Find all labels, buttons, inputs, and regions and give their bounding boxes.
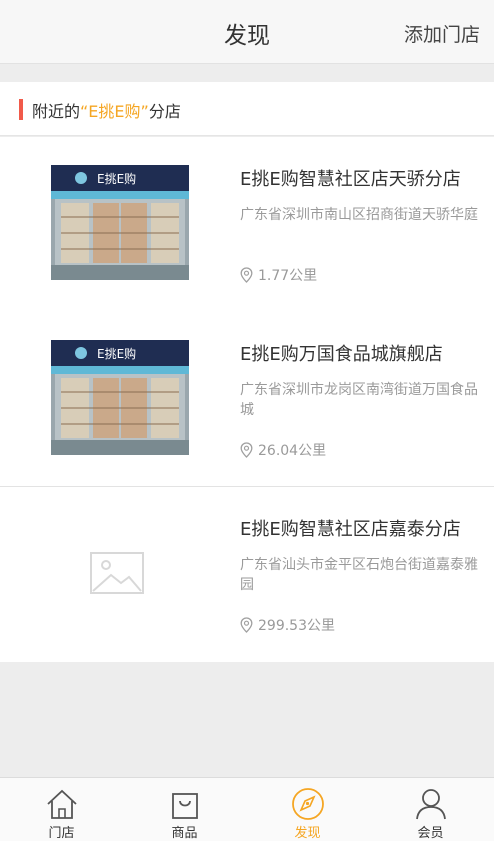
store-address: 广东省深圳市南山区招商街道天骄华庭: [240, 207, 478, 223]
store-distance-value: 1.77公里: [258, 268, 318, 284]
store-name: E挑E购万国食品城旗舰店: [240, 344, 443, 365]
store-name: E挑E购智慧社区店嘉泰分店: [240, 519, 461, 540]
tab-label: 商品: [171, 826, 198, 841]
compass-icon: [292, 788, 324, 820]
section-heading-prefix: 附近的: [32, 102, 81, 121]
store-item[interactable]: E挑E购 E挑E购智慧社区店天骄分店 广东省深圳市南山区招商街道天骄华庭 1.7…: [0, 137, 494, 312]
image-placeholder-icon: [51, 515, 189, 630]
store-distance: 1.77公里: [240, 265, 317, 285]
tab-stores[interactable]: 门店: [0, 778, 123, 841]
section-marker: [19, 99, 23, 120]
bottom-tab-bar: 门店 商品 发现 会员: [0, 777, 494, 841]
location-pin-icon: [240, 267, 253, 283]
store-distance: 299.53公里: [240, 615, 335, 635]
storefront-sign: E挑E购: [97, 346, 136, 361]
store-address: 广东省深圳市龙岗区南湾街道万国食品城: [240, 382, 478, 418]
tab-discover[interactable]: 发现: [246, 778, 369, 841]
shopping-bag-icon: [172, 793, 198, 819]
user-icon: [416, 789, 446, 820]
store-photo: E挑E购: [51, 165, 189, 280]
add-store-button[interactable]: 添加门店: [404, 20, 480, 47]
store-list: E挑E购 E挑E购智慧社区店天骄分店 广东省深圳市南山区招商街道天骄华庭 1.7…: [0, 137, 494, 662]
store-item[interactable]: E挑E购智慧社区店嘉泰分店 广东省汕头市金平区石炮台街道嘉泰雅园 299.53公…: [0, 487, 494, 662]
section-heading: 附近的“E挑E购”分店: [32, 98, 181, 122]
home-icon: [47, 789, 77, 819]
nearby-section-header: 附近的“E挑E购”分店: [0, 82, 494, 136]
tab-label: 门店: [48, 826, 75, 841]
location-pin-icon: [240, 617, 253, 633]
store-photo: E挑E购: [51, 340, 189, 455]
store-address: 广东省汕头市金平区石炮台街道嘉泰雅园: [240, 557, 478, 593]
storefront-sign: E挑E购: [97, 171, 136, 186]
store-distance-value: 26.04公里: [258, 443, 327, 459]
section-heading-suffix: 分店: [148, 102, 181, 121]
store-name: E挑E购智慧社区店天骄分店: [240, 169, 461, 190]
tab-member[interactable]: 会员: [369, 778, 492, 841]
top-bar: 发现 添加门店: [0, 0, 494, 64]
tab-label: 会员: [417, 826, 444, 841]
store-item[interactable]: E挑E购 E挑E购万国食品城旗舰店 广东省深圳市龙岗区南湾街道万国食品城 26.…: [0, 312, 494, 487]
store-distance: 26.04公里: [240, 440, 326, 460]
section-heading-brand: “E挑E购”: [80, 102, 149, 121]
location-pin-icon: [240, 442, 253, 458]
tab-products[interactable]: 商品: [123, 778, 246, 841]
store-distance-value: 299.53公里: [258, 618, 335, 634]
tab-label: 发现: [294, 826, 321, 841]
